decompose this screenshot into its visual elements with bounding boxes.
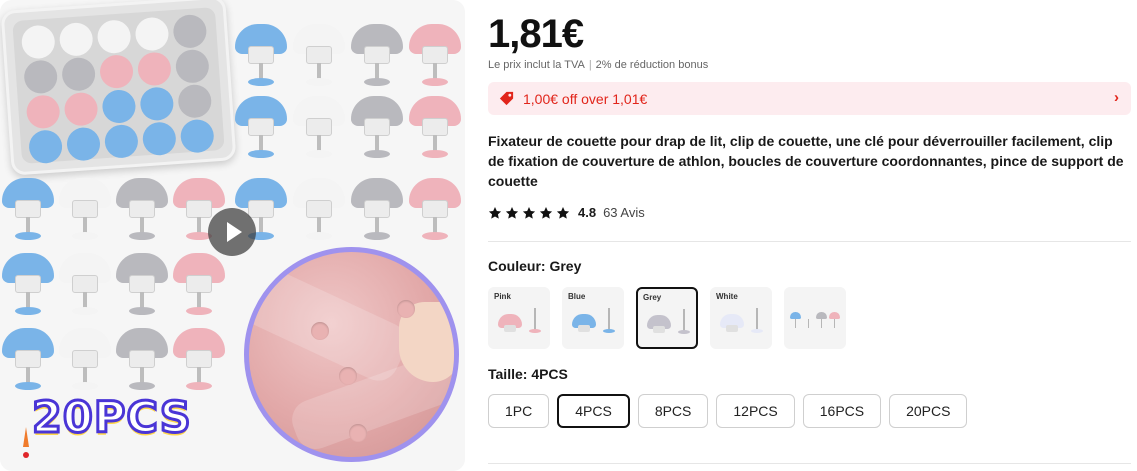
clip-ball xyxy=(65,126,102,162)
product-details: 1,81€ Le prix inclut la TVA | 2% de réduct… xyxy=(488,0,1131,471)
star-icon xyxy=(505,206,519,219)
play-video-icon[interactable] xyxy=(208,208,256,256)
size-option-8pcs[interactable]: 8PCS xyxy=(637,394,709,428)
clip-illustration xyxy=(293,178,345,242)
clip-ball xyxy=(136,51,173,87)
size-label: Taille: 4PCS xyxy=(488,366,568,382)
clip-illustration xyxy=(409,178,461,242)
selected-size: 4PCS xyxy=(531,366,568,382)
color-swatches: Pink Blue Grey White xyxy=(488,287,846,349)
clip-illustration xyxy=(235,24,287,88)
selected-color: Grey xyxy=(549,258,582,274)
clip-ball xyxy=(179,118,215,154)
coupon-text: 1,00€ off over 1,01€ xyxy=(523,90,648,107)
color-label-text: Couleur: xyxy=(488,258,550,274)
star-icon xyxy=(522,206,536,219)
product-title: Fixateur de couette pour drap de lit, cl… xyxy=(488,133,1124,189)
duvet-closeup-photo xyxy=(244,247,459,462)
clip-ball xyxy=(172,13,208,49)
clip-illustration xyxy=(116,178,168,242)
swatch-label: Grey xyxy=(643,293,662,302)
clip-ball xyxy=(27,129,64,165)
clip-illustration xyxy=(409,96,461,160)
vat-note: Le prix inclut la TVA xyxy=(488,59,585,71)
clip-ball xyxy=(174,48,210,84)
clip-ball xyxy=(103,123,140,160)
clip-illustration xyxy=(59,328,111,392)
tray-interior xyxy=(12,7,225,165)
clip-illustration xyxy=(2,178,54,242)
product-image[interactable]: 20PCS xyxy=(0,0,465,471)
clip-illustration xyxy=(235,96,287,160)
price: 1,81€ xyxy=(488,12,584,56)
size-option-12pcs[interactable]: 12PCS xyxy=(716,394,795,428)
clip-ball xyxy=(61,56,97,92)
color-swatch-all[interactable] xyxy=(784,287,846,349)
clip-ball xyxy=(141,121,177,157)
star-icon xyxy=(556,206,570,219)
color-swatch-pink[interactable]: Pink xyxy=(488,287,550,349)
clip-pin xyxy=(339,367,357,385)
clip-illustration xyxy=(351,178,403,242)
clip-ball xyxy=(58,21,94,57)
clip-ball xyxy=(96,19,132,55)
color-label: Couleur: Grey xyxy=(488,258,581,274)
tag-icon xyxy=(499,91,514,106)
size-options: 1PC 4PCS 8PCS 12PCS 16PCS 20PCS xyxy=(488,394,968,428)
color-swatch-grey[interactable]: Grey xyxy=(636,287,698,349)
quantity-badge: 20PCS xyxy=(31,392,193,445)
clip-illustration xyxy=(351,96,403,160)
fabric-fold xyxy=(249,256,414,388)
size-option-1pc[interactable]: 1PC xyxy=(488,394,550,428)
size-label-text: Taille: xyxy=(488,366,532,382)
star-rating xyxy=(488,206,570,220)
price-note: Le prix inclut la TVA | 2% de réduction bo… xyxy=(488,59,708,71)
rating-score: 4.8 xyxy=(578,205,597,220)
clip-ball xyxy=(98,53,135,90)
swatch-label: Pink xyxy=(494,292,511,301)
size-option-16pcs[interactable]: 16PCS xyxy=(802,394,882,428)
color-swatch-blue[interactable]: Blue xyxy=(562,287,624,349)
clip-illustration xyxy=(351,24,403,88)
bonus-note: 2% de réduction bonus xyxy=(595,59,709,71)
clip-illustration xyxy=(293,96,345,160)
clip-pin xyxy=(311,322,329,340)
size-option-20pcs[interactable]: 20PCS xyxy=(889,394,968,428)
divider xyxy=(488,241,1131,242)
clip-illustration xyxy=(293,24,345,88)
coupon-banner[interactable]: 1,00€ off over 1,01€ › xyxy=(488,82,1131,115)
swatch-label: Blue xyxy=(568,292,586,301)
swatch-label: White xyxy=(716,292,738,301)
clip-illustration xyxy=(116,328,168,392)
divider xyxy=(488,463,1131,464)
clip-ball xyxy=(63,91,99,127)
star-icon xyxy=(539,206,553,219)
clip-ball xyxy=(20,24,56,60)
separator: | xyxy=(588,59,592,71)
rating[interactable]: 4.8 63 Avis xyxy=(488,205,645,220)
clip-illustration xyxy=(409,24,461,88)
review-count[interactable]: 63 Avis xyxy=(603,205,645,220)
clip-pin xyxy=(349,424,367,442)
size-option-4pcs[interactable]: 4PCS xyxy=(557,394,630,428)
clip-illustration xyxy=(59,253,111,317)
star-icon xyxy=(488,206,502,219)
clip-ball xyxy=(134,16,170,52)
clip-illustration xyxy=(173,328,225,392)
chevron-right-icon[interactable]: › xyxy=(1114,89,1119,106)
clip-ball xyxy=(23,59,59,95)
clip-illustration xyxy=(173,253,225,317)
clip-pin xyxy=(397,300,415,318)
clip-illustration xyxy=(2,253,54,317)
clip-illustration xyxy=(59,178,111,242)
clip-ball xyxy=(177,83,213,119)
clip-ball xyxy=(101,88,137,125)
storage-tray-illustration xyxy=(0,0,237,176)
clip-ball xyxy=(139,86,175,122)
clip-illustration xyxy=(116,253,168,317)
color-swatch-white[interactable]: White xyxy=(710,287,772,349)
clip-illustration xyxy=(2,328,54,392)
clip-ball xyxy=(25,94,61,130)
